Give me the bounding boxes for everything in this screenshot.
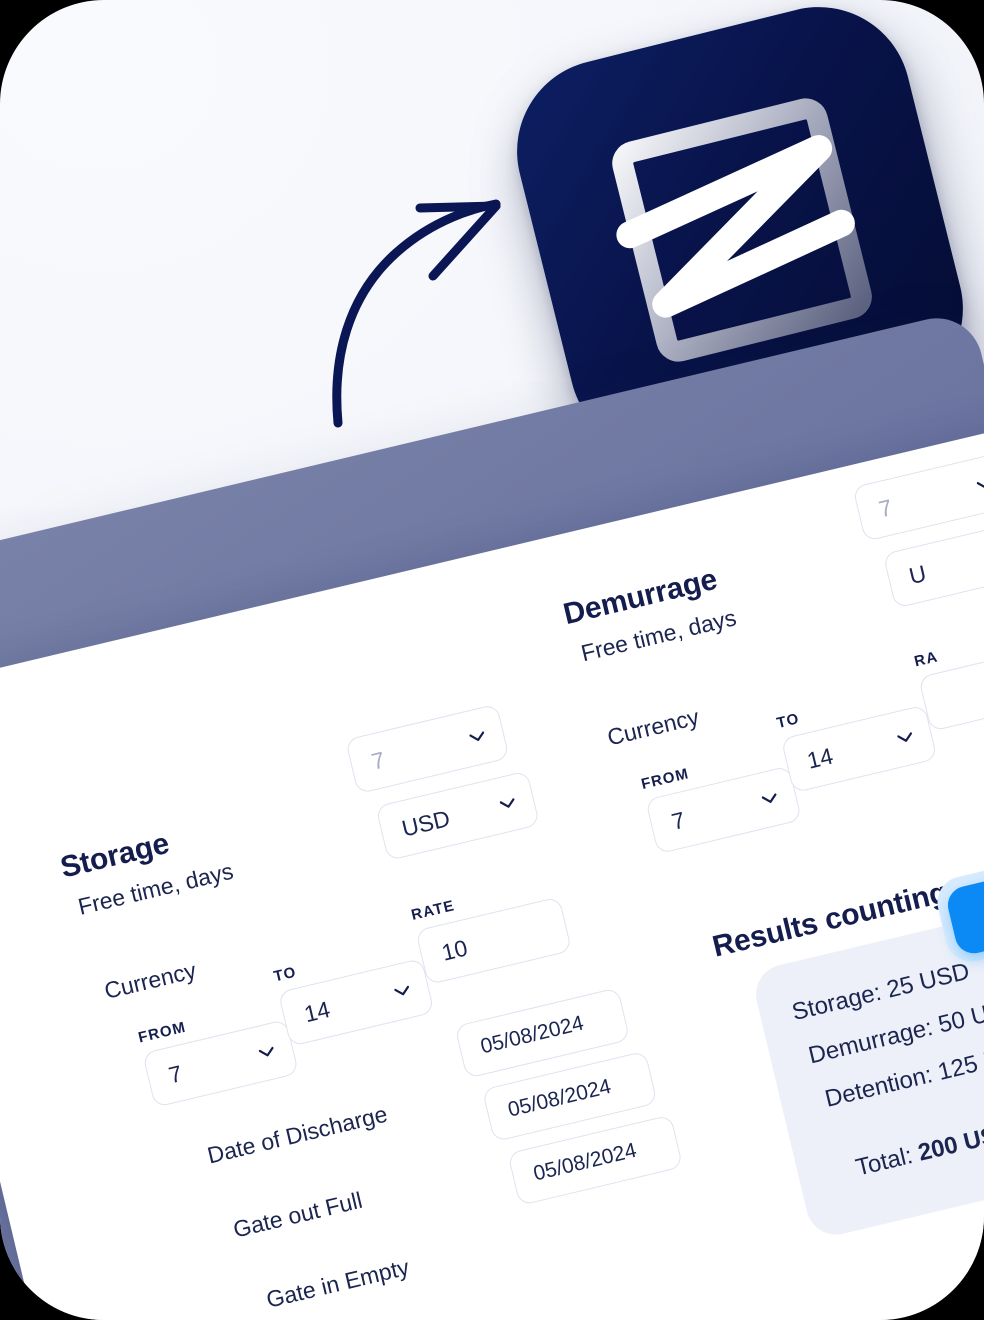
chevron-down-icon [394,985,411,997]
storage-to-label: TO [272,963,299,986]
chevron-down-icon [761,793,778,805]
storage-to-value: 14 [301,995,333,1027]
demurrage-from-label: FROM [639,765,691,794]
demurrage-currency-label: Currency [604,703,702,751]
demurrage-from-value: 7 [668,806,688,835]
page-root: Storage Free time, days 7 Currency USD F… [0,0,984,1320]
curved-arrow-icon [300,178,530,433]
chevron-down-icon [499,798,516,810]
chevron-down-icon [469,731,486,743]
storage-to-select[interactable]: 14 [277,957,435,1047]
demurrage-to-value: 14 [804,742,836,774]
demurrage-currency-value: U [906,559,929,589]
gate-in-empty-label: Gate in Empty [263,1253,412,1313]
gate-in-empty-value: 05/08/2024 [531,1138,639,1186]
demurrage-rate-label: RA [912,648,940,671]
date-of-discharge-label: Date of Discharge [204,1100,390,1169]
gate-out-full-value: 05/08/2024 [505,1074,614,1122]
date-of-discharge-value: 05/08/2024 [478,1011,586,1059]
storage-currency-value: USD [399,804,453,842]
storage-free-time-value: 7 [368,746,388,775]
storage-rate-label: RATE [409,897,457,924]
chevron-down-icon [897,732,914,744]
storage-from-label: FROM [136,1018,188,1047]
storage-from-value: 7 [165,1059,185,1088]
gate-out-full-label: Gate out Full [230,1186,365,1243]
demurrage-to-label: TO [775,710,802,732]
storage-rate-value: 10 [438,934,470,966]
demurrage-free-time-select[interactable]: 7 [852,451,984,542]
chevron-down-icon [976,478,984,490]
demurrage-to-select[interactable]: 14 [780,704,938,794]
storage-currency-label: Currency [101,957,199,1004]
chevron-down-icon [258,1046,276,1058]
demurrage-free-time-value: 7 [876,493,895,522]
